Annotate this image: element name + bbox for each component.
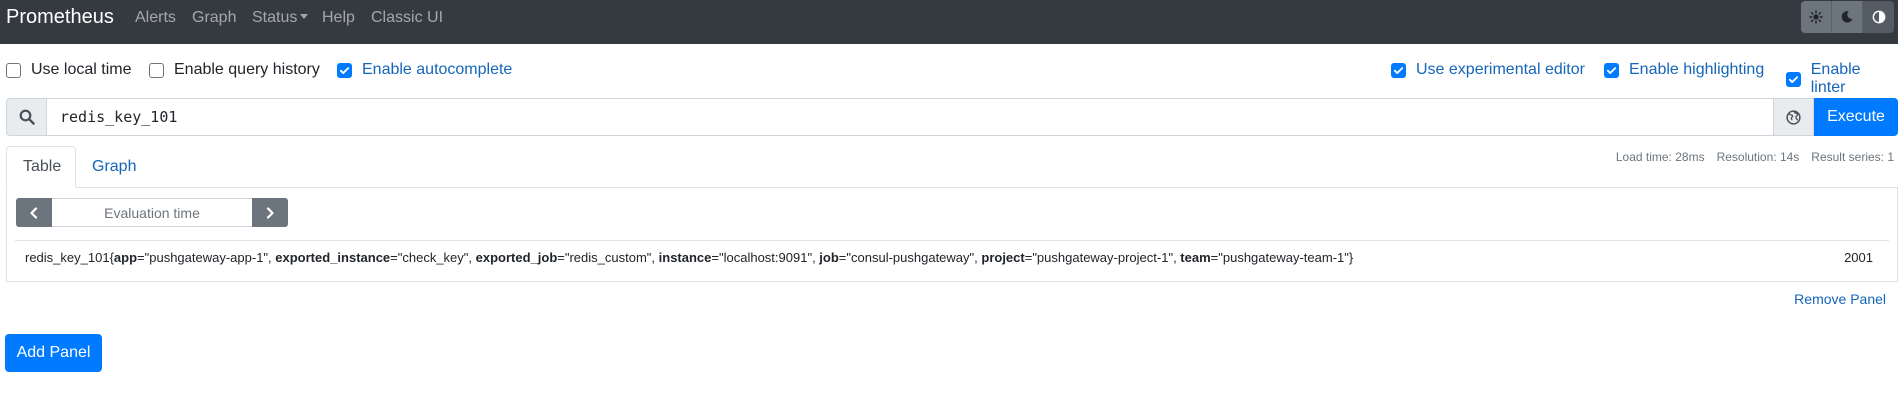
moon-icon (1841, 11, 1853, 23)
metrics-explorer-button[interactable] (1774, 98, 1814, 136)
label-key: instance (658, 250, 712, 265)
tab-graph[interactable]: Graph (76, 146, 152, 188)
check-icon (339, 66, 350, 74)
label-value: "pushgateway-project-1" (1032, 250, 1174, 265)
globe-icon (1786, 109, 1801, 125)
navbar: Prometheus Alerts Graph Status Help Clas… (0, 0, 1898, 44)
enable-query-history-checkbox[interactable] (149, 62, 164, 78)
label-key: app (113, 250, 138, 265)
dark-theme-button[interactable] (1832, 1, 1863, 33)
table-row: redis_key_101{app="pushgateway-app-1", e… (15, 240, 1889, 274)
label-key: exported_job (475, 250, 558, 265)
enable-highlighting-checkbox[interactable] (1604, 62, 1619, 78)
label-value: "localhost:9091" (718, 250, 813, 265)
nav-help[interactable]: Help (322, 9, 355, 27)
enable-autocomplete-label: Enable autocomplete (362, 61, 513, 78)
add-panel-button[interactable]: Add Panel (5, 334, 102, 372)
label-key: team (1180, 250, 1211, 265)
enable-autocomplete-option[interactable]: Enable autocomplete (337, 61, 512, 79)
series-value: 2001 (1844, 250, 1873, 265)
contrast-icon (1872, 10, 1885, 24)
evaluation-time-input[interactable]: Evaluation time (52, 198, 252, 227)
tab-table[interactable]: Table (6, 146, 76, 188)
eval-time-forward-button[interactable] (252, 198, 288, 227)
eval-time-back-button[interactable] (16, 198, 52, 227)
enable-linter-option[interactable]: Enable linter (1786, 61, 1898, 97)
query-input[interactable]: redis_key_101 (47, 98, 1774, 136)
label-value: "check_key" (397, 250, 469, 265)
auto-theme-button[interactable] (1863, 1, 1894, 33)
remove-panel-link[interactable]: Remove Panel (1794, 291, 1886, 307)
nav-status-label: Status (252, 9, 298, 26)
nav-classic-ui[interactable]: Classic UI (371, 9, 443, 27)
execute-button[interactable]: Execute (1814, 98, 1898, 136)
enable-autocomplete-checkbox[interactable] (337, 62, 352, 78)
metric-name: redis_key_101 (25, 250, 110, 265)
light-theme-button[interactable] (1801, 1, 1832, 33)
check-icon (1393, 66, 1404, 74)
label-key: job (819, 250, 839, 265)
theme-toggle-group (1801, 1, 1894, 33)
evaluation-time-picker: Evaluation time (16, 198, 288, 227)
query-bar: redis_key_101 Execute (6, 98, 1898, 136)
nav-status-dropdown[interactable]: Status (252, 9, 309, 27)
check-icon (1606, 66, 1617, 74)
label-key: exported_instance (275, 250, 391, 265)
enable-query-history-option[interactable]: Enable query history (149, 61, 320, 79)
enable-linter-label: Enable linter (1810, 61, 1861, 96)
use-experimental-editor-label: Use experimental editor (1416, 61, 1585, 78)
label-value: "consul-pushgateway" (846, 250, 975, 265)
use-local-time-checkbox[interactable] (6, 62, 21, 78)
result-series-stat: Result series: 1 (1811, 150, 1894, 164)
series-name: redis_key_101{app="pushgateway-app-1", e… (25, 250, 1354, 265)
enable-linter-checkbox[interactable] (1786, 71, 1801, 87)
nav-graph[interactable]: Graph (192, 9, 236, 27)
chevron-left-icon (30, 206, 38, 219)
search-addon (6, 98, 47, 136)
enable-highlighting-option[interactable]: Enable highlighting (1604, 61, 1764, 79)
load-time-stat: Load time: 28ms (1615, 150, 1705, 164)
label-value: "pushgateway-team-1" (1218, 250, 1349, 265)
label-value: "redis_custom" (564, 250, 652, 265)
caret-down-icon (300, 14, 309, 19)
chevron-right-icon (266, 206, 274, 219)
use-experimental-editor-option[interactable]: Use experimental editor (1391, 61, 1585, 79)
nav-alerts[interactable]: Alerts (135, 9, 176, 27)
label-value: "pushgateway-app-1" (144, 250, 269, 265)
enable-query-history-label: Enable query history (174, 61, 320, 78)
search-icon (19, 109, 35, 125)
enable-highlighting-label: Enable highlighting (1629, 61, 1765, 78)
use-local-time-option[interactable]: Use local time (6, 61, 131, 79)
use-local-time-label: Use local time (31, 61, 132, 78)
sun-icon (1809, 10, 1823, 24)
query-stats: Load time: 28ms Resolution: 14s Result s… (1616, 150, 1894, 164)
resolution-stat: Resolution: 14s (1716, 150, 1800, 164)
check-icon (1788, 75, 1798, 83)
table-panel: Evaluation time redis_key_101{app="pushg… (6, 187, 1898, 282)
brand-link[interactable]: Prometheus (6, 5, 114, 29)
use-experimental-editor-checkbox[interactable] (1391, 62, 1406, 78)
label-key: project (981, 250, 1025, 265)
